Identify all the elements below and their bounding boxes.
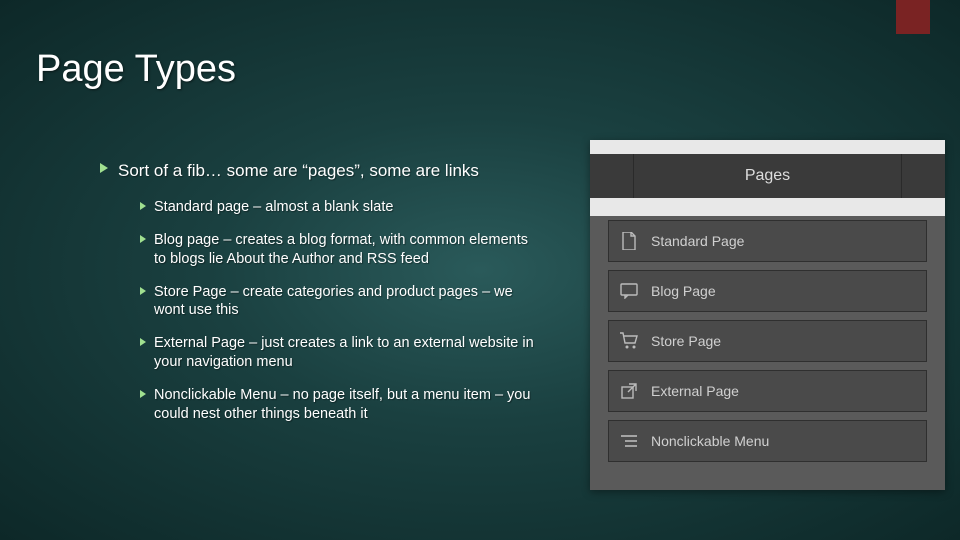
panel-header-title: Pages: [634, 154, 901, 198]
file-icon: [619, 231, 639, 251]
arrow-icon: [140, 338, 146, 346]
menu-item-blog-page[interactable]: Blog Page: [608, 270, 927, 312]
sub-bullet: Nonclickable Menu – no page itself, but …: [140, 386, 540, 424]
menu-item-label: Store Page: [651, 333, 721, 349]
arrow-icon: [140, 287, 146, 295]
sub-bullet-text: Blog page – creates a blog format, with …: [154, 231, 540, 269]
menu-item-label: External Page: [651, 383, 739, 399]
sub-bullet: Store Page – create categories and produ…: [140, 283, 540, 321]
menu-item-label: Blog Page: [651, 283, 716, 299]
arrow-icon: [140, 390, 146, 398]
sub-bullet: Standard page – almost a blank slate: [140, 198, 540, 217]
sub-bullet-text: External Page – just creates a link to a…: [154, 334, 540, 372]
sub-bullets: Standard page – almost a blank slate Blo…: [140, 198, 540, 424]
panel-header-left: [590, 154, 634, 198]
bullet-main-text: Sort of a fib… some are “pages”, some ar…: [118, 160, 479, 182]
panel-divider: [590, 198, 945, 216]
pages-panel: Pages Standard Page Blog Page Store Page: [590, 140, 945, 490]
accent-bar: [896, 0, 930, 34]
menu-item-label: Standard Page: [651, 233, 744, 249]
panel-header: Pages: [590, 154, 945, 198]
menu-item-nonclickable-menu[interactable]: Nonclickable Menu: [608, 420, 927, 462]
panel-top-bar: [590, 140, 945, 154]
list-icon: [619, 431, 639, 451]
menu-item-store-page[interactable]: Store Page: [608, 320, 927, 362]
bullet-main: Sort of a fib… some are “pages”, some ar…: [100, 160, 540, 182]
slide-content: Sort of a fib… some are “pages”, some ar…: [100, 160, 540, 438]
external-icon: [619, 381, 639, 401]
sub-bullet: Blog page – creates a blog format, with …: [140, 231, 540, 269]
sub-bullet: External Page – just creates a link to a…: [140, 334, 540, 372]
menu-item-label: Nonclickable Menu: [651, 433, 769, 449]
slide-title: Page Types: [36, 48, 236, 91]
page-type-menu: Standard Page Blog Page Store Page Exter…: [608, 220, 927, 470]
arrow-icon: [140, 235, 146, 243]
menu-item-standard-page[interactable]: Standard Page: [608, 220, 927, 262]
chat-icon: [619, 281, 639, 301]
sub-bullet-text: Standard page – almost a blank slate: [154, 198, 393, 217]
sub-bullet-text: Store Page – create categories and produ…: [154, 283, 540, 321]
cart-icon: [619, 331, 639, 351]
sub-bullet-text: Nonclickable Menu – no page itself, but …: [154, 386, 540, 424]
arrow-icon: [140, 202, 146, 210]
arrow-icon: [100, 163, 108, 173]
panel-header-right: [901, 154, 945, 198]
menu-item-external-page[interactable]: External Page: [608, 370, 927, 412]
